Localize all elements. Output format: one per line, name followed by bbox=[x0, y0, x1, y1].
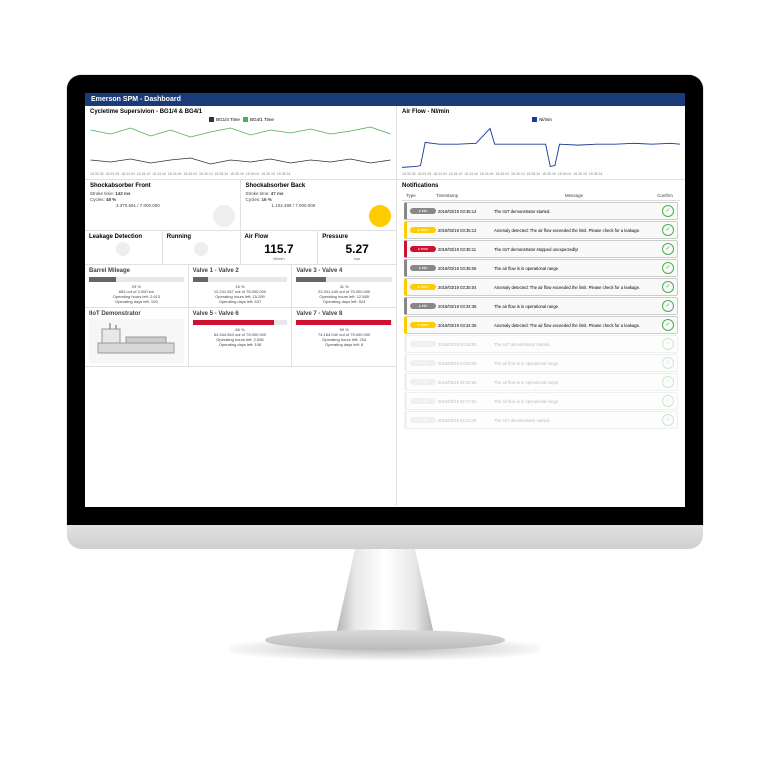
airflow-chart bbox=[402, 122, 680, 172]
confirm-button[interactable]: ✓ bbox=[662, 281, 674, 293]
confirm-button[interactable]: ✓ bbox=[662, 395, 674, 407]
notif-message: The IIoT demonstrator started. bbox=[494, 209, 662, 214]
app-title: Emerson SPM - Dashboard bbox=[85, 93, 685, 106]
notif-row: ● info2019/03/19 02:11:09The IIoT demons… bbox=[404, 411, 678, 429]
confirm-button[interactable]: ✓ bbox=[662, 338, 674, 350]
confirm-button[interactable]: ✓ bbox=[662, 357, 674, 369]
notif-timestamp: 2019/03/19 03:35:11 bbox=[438, 247, 494, 252]
notif-timestamp: 2019/03/19 03:03:09 bbox=[438, 361, 494, 366]
notif-header: Type Timestamp Message Confirm bbox=[402, 191, 680, 201]
notif-message: Anomaly detected: The air flow exceeded … bbox=[494, 228, 662, 233]
notif-row: ● warn2019/03/19 03:35:04Anomaly detecte… bbox=[404, 278, 678, 296]
monitor-frame: Emerson SPM - Dashboard Cycletime Supers… bbox=[67, 75, 703, 525]
notif-message: The air flow is in operational range. bbox=[494, 266, 662, 271]
notif-row: ● info2019/03/19 03:35:06The air flow is… bbox=[404, 259, 678, 277]
notif-message: The IIoT demonstrator stopped unexpected… bbox=[494, 247, 662, 252]
valve34-card: Valve 3 - Valve 4 31 % 23.341.440 out of… bbox=[292, 265, 396, 308]
leakage-status-icon bbox=[116, 242, 130, 256]
notif-message: The air flow is in operational range. bbox=[494, 399, 662, 404]
iiot-card: IIoT Demonstrator bbox=[85, 308, 189, 367]
monitor-foot bbox=[265, 630, 505, 650]
notif-badge: ● warn bbox=[410, 322, 436, 328]
cycletime-title: Cycletime Supersivion - BG1/4 & BG4/1 bbox=[90, 109, 391, 115]
airflow-tile: Air Flow 115.7 Nl/min bbox=[241, 231, 319, 265]
left-column: Cycletime Supersivion - BG1/4 & BG4/1 BG… bbox=[85, 106, 397, 506]
notifications-panel: Notifications Type Timestamp Message Con… bbox=[397, 180, 685, 429]
notif-timestamp: 2019/03/19 03:35:12 bbox=[438, 228, 494, 233]
notif-message: The IIoT demonstrator started. bbox=[494, 342, 662, 347]
right-column: Air Flow - Nl/min Nl/min 18.33.34 18.33.… bbox=[397, 106, 685, 506]
notif-row: ● info2019/03/19 03:35:14The IIoT demons… bbox=[404, 202, 678, 220]
pressure-tile: Pressure 5.27 bar bbox=[318, 231, 396, 265]
confirm-button[interactable]: ✓ bbox=[662, 300, 674, 312]
leakage-tile: Leakage Detection bbox=[85, 231, 163, 265]
confirm-button[interactable]: ✓ bbox=[662, 376, 674, 388]
notif-badge: ● warn bbox=[410, 284, 436, 290]
notif-row: ● warn2019/03/19 03:35:12Anomaly detecte… bbox=[404, 221, 678, 239]
notif-row: ● info2019/03/19 03:34:36The air flow is… bbox=[404, 297, 678, 315]
notif-badge: ● info bbox=[410, 303, 436, 309]
confirm-button[interactable]: ✓ bbox=[662, 243, 674, 255]
confirm-button[interactable]: ✓ bbox=[662, 262, 674, 274]
notif-message: The air flow is in operational range. bbox=[494, 380, 662, 385]
cycletime-xaxis: 18.33.34 18.33.49 18.34.04 18.34.19 18.3… bbox=[90, 172, 391, 176]
confirm-button[interactable]: ✓ bbox=[662, 414, 674, 426]
notif-badge: ● error bbox=[410, 246, 436, 252]
notif-row: ● warn2019/03/19 03:34:35Anomaly detecte… bbox=[404, 316, 678, 334]
airflow-panel: Air Flow - Nl/min Nl/min 18.33.34 18.33.… bbox=[397, 106, 685, 180]
notif-timestamp: 2019/03/19 02:11:09 bbox=[438, 418, 494, 423]
notif-timestamp: 2019/03/19 03:34:05 bbox=[438, 342, 494, 347]
machine-image bbox=[89, 319, 184, 363]
shock-back-status-icon bbox=[369, 205, 391, 227]
confirm-button[interactable]: ✓ bbox=[662, 319, 674, 331]
airflow-xaxis: 18.33.34 18.33.49 18.34.04 18.34.19 18.3… bbox=[402, 172, 680, 176]
notif-badge: ● info bbox=[410, 360, 436, 366]
notif-timestamp: 2019/03/19 02:30:56 bbox=[438, 380, 494, 385]
notif-badge: ● info bbox=[410, 341, 436, 347]
notif-badge: ● info bbox=[410, 398, 436, 404]
notif-badge: ● info bbox=[410, 417, 436, 423]
shock-front-card: Shockabsorber Front Stroke time: 142 ms … bbox=[85, 180, 241, 231]
notif-message: The air flow is in operational range. bbox=[494, 304, 662, 309]
notif-row: ● info2019/03/19 02:30:56The air flow is… bbox=[404, 373, 678, 391]
notif-row: ● info2019/03/19 03:34:05The IIoT demons… bbox=[404, 335, 678, 353]
notif-badge: ● warn bbox=[410, 227, 436, 233]
airflow-title: Air Flow - Nl/min bbox=[402, 109, 680, 115]
notif-badge: ● info bbox=[410, 265, 436, 271]
cycletime-chart bbox=[90, 122, 391, 172]
notif-timestamp: 2019/03/19 03:35:04 bbox=[438, 285, 494, 290]
confirm-button[interactable]: ✓ bbox=[662, 205, 674, 217]
shock-front-status-icon bbox=[213, 205, 235, 227]
valve12-card: Valve 1 - Valve 2 16 % 12.241.547 out of… bbox=[189, 265, 293, 308]
notif-row: ● info2019/03/19 02:17:02The air flow is… bbox=[404, 392, 678, 410]
notif-row: ● error2019/03/19 03:35:11The IIoT demon… bbox=[404, 240, 678, 258]
confirm-button[interactable]: ✓ bbox=[662, 224, 674, 236]
notif-message: The IIoT demonstrator started. bbox=[494, 418, 662, 423]
notif-badge: ● info bbox=[410, 379, 436, 385]
running-status-icon bbox=[194, 242, 208, 256]
notif-timestamp: 2019/03/19 03:35:06 bbox=[438, 266, 494, 271]
notif-timestamp: 2019/03/19 03:35:14 bbox=[438, 209, 494, 214]
notif-badge: ● info bbox=[410, 208, 436, 214]
cycletime-panel: Cycletime Supersivion - BG1/4 & BG4/1 BG… bbox=[85, 106, 396, 180]
notif-timestamp: 2019/03/19 03:34:35 bbox=[438, 323, 494, 328]
running-tile: Running bbox=[163, 231, 241, 265]
notif-message: The air flow is in operational range. bbox=[494, 361, 662, 366]
notif-timestamp: 2019/03/19 02:17:02 bbox=[438, 399, 494, 404]
notif-message: Anomaly detected: The air flow exceeded … bbox=[494, 323, 662, 328]
valve56-card: Valve 5 - Valve 6 86 % 64.344.554 out of… bbox=[189, 308, 293, 367]
valve78-card: Valve 7 - Valve 8 99 % 74.164.040 out of… bbox=[292, 308, 396, 367]
notif-timestamp: 2019/03/19 03:34:36 bbox=[438, 304, 494, 309]
monitor-base bbox=[67, 525, 703, 549]
barrel-card: Barrel Mileage 29 % 883 out of 3.000 km … bbox=[85, 265, 189, 308]
shock-back-card: Shockabsorber Back Stroke time: 47 ms Cy… bbox=[241, 180, 397, 231]
notif-list: ● info2019/03/19 03:35:14The IIoT demons… bbox=[402, 202, 680, 429]
monitor-stand bbox=[335, 549, 435, 639]
screen: Emerson SPM - Dashboard Cycletime Supers… bbox=[85, 93, 685, 507]
notif-message: Anomaly detected: The air flow exceeded … bbox=[494, 285, 662, 290]
notif-row: ● info2019/03/19 03:03:09The air flow is… bbox=[404, 354, 678, 372]
